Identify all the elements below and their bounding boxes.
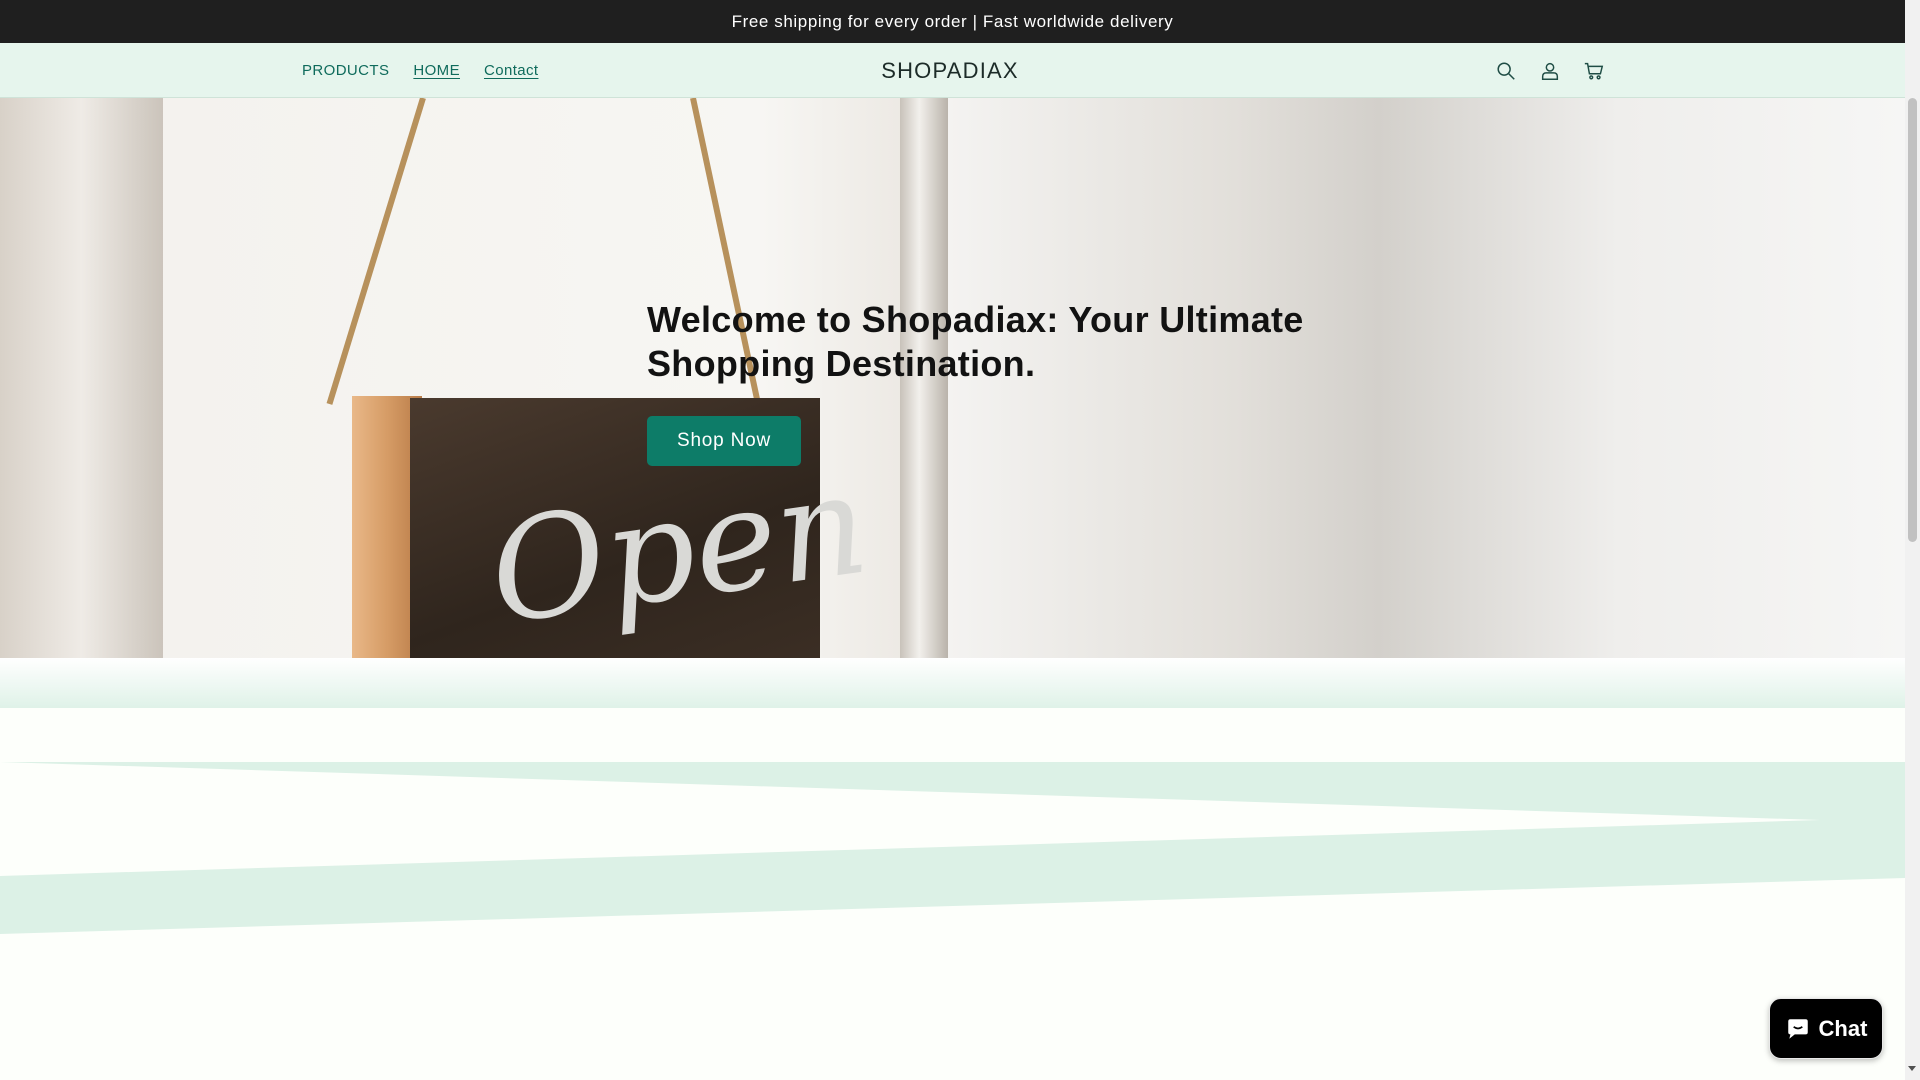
- nav-products-link[interactable]: PRODUCTS: [302, 62, 389, 79]
- search-icon[interactable]: [1490, 55, 1522, 87]
- announcement-bar: Free shipping for every order | Fast wor…: [0, 0, 1905, 43]
- hero-title: Welcome to Shopadiax: Your Ultimate Shop…: [647, 299, 1304, 384]
- page: Free shipping for every order | Fast wor…: [0, 0, 1920, 1080]
- section-divider-band: [0, 658, 1905, 708]
- hero-content: Welcome to Shopadiax: Your Ultimate Shop…: [647, 298, 1347, 466]
- main-nav: PRODUCTS HOME Contact: [302, 43, 562, 98]
- site-header: PRODUCTS HOME Contact SHOPADIAX: [0, 43, 1905, 98]
- nav-home-link[interactable]: HOME: [413, 62, 460, 79]
- shop-now-button[interactable]: Shop Now: [647, 416, 801, 466]
- site-logo[interactable]: SHOPADIAX: [881, 58, 1019, 84]
- chat-label: Chat: [1818, 1015, 1868, 1041]
- scrollbar-thumb[interactable]: [1908, 98, 1917, 542]
- chat-bubble-icon: [1787, 1018, 1808, 1039]
- hero-background-wall: [0, 98, 163, 658]
- scroll-down-arrow-icon[interactable]: [1908, 1066, 1916, 1071]
- announcement-text: Free shipping for every order | Fast wor…: [731, 11, 1174, 31]
- hero-banner: Open Welcome to Shopadiax: Your Ultimate…: [0, 98, 1905, 658]
- cart-icon[interactable]: [1578, 55, 1610, 87]
- decorative-stripes: [0, 762, 1905, 934]
- hero-sign-rope-left: [326, 98, 426, 405]
- header-icons: [1490, 43, 1622, 98]
- nav-contact-link[interactable]: Contact: [484, 62, 539, 79]
- account-icon[interactable]: [1534, 55, 1566, 87]
- chat-button[interactable]: Chat: [1769, 998, 1883, 1059]
